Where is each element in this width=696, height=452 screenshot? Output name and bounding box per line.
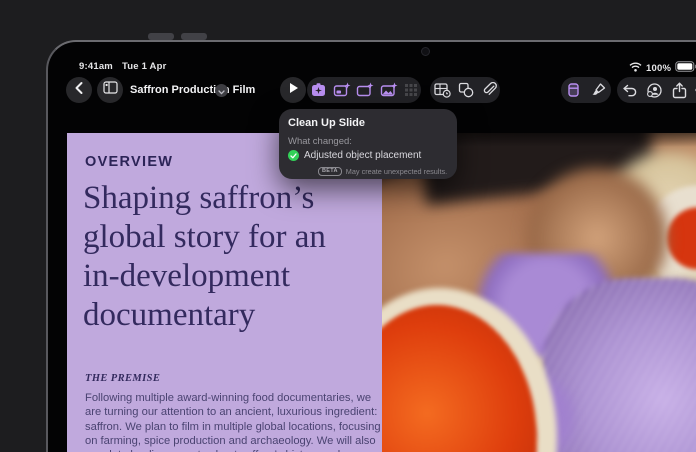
clean-up-slide-popover: Clean Up Slide What changed: Adjusted ob… [279,109,457,179]
collaborate-button[interactable] [646,82,663,99]
popover-question: What changed: [288,136,352,147]
play-icon [288,81,299,99]
volume-button [148,33,174,40]
ai-image-button[interactable] [380,82,398,98]
change-item-label: Adjusted object placement [304,150,421,161]
ai-rewrite-slide-button[interactable] [333,82,351,98]
share-button[interactable] [672,82,687,99]
saffron-photo[interactable] [382,133,696,452]
screenshot-stage: 9:41am Tue 1 Apr 100% Saffron Production… [0,0,696,452]
status-time: 9:41am [79,61,113,72]
front-camera [421,47,430,56]
format-group [561,77,611,103]
document-menu-button[interactable] [215,84,228,97]
change-item-row: Adjusted object placement [288,150,421,161]
slide-title[interactable]: Shaping saffron’s global story for an in… [83,179,383,335]
insert-group [430,77,500,103]
premise-label[interactable]: THE PREMISE [85,373,160,384]
slide-navigator-button[interactable] [97,77,123,103]
slide-navigator-icon [103,81,118,99]
eraser-button-active[interactable] [566,82,581,98]
volume-button [181,33,207,40]
battery-icon [675,61,696,75]
undo-button[interactable] [621,83,638,98]
attachment-button[interactable] [481,82,497,98]
document-title[interactable]: Saffron Production Film [130,84,255,96]
chevron-left-icon [74,81,84,100]
actions-group [617,77,696,103]
format-brush-button[interactable] [590,82,607,98]
status-date: Tue 1 Apr [122,61,167,72]
popover-title: Clean Up Slide [288,117,365,129]
slide-eyebrow[interactable]: OVERVIEW [85,154,173,170]
shapes-button[interactable] [458,82,474,98]
status-bar-right: 100% [629,61,696,75]
ai-tools-group [307,77,421,103]
play-button[interactable] [280,77,306,103]
slide-text-panel[interactable]: OVERVIEW Shaping saffron’s global story … [67,133,382,452]
status-bar-left: 9:41am Tue 1 Apr [79,61,167,72]
slide-layouts-icon-disabled [404,83,418,97]
beta-note-row: BETA May create unexpected results. [318,167,447,176]
beta-note-text: May create unexpected results. [346,167,447,176]
ai-add-slide-button[interactable] [356,82,374,98]
back-button[interactable] [66,77,92,103]
checkmark-icon [288,150,299,161]
premise-body[interactable]: Following multiple award-winning food do… [85,391,384,452]
table-chart-button[interactable] [434,82,451,98]
clean-up-slide-button[interactable] [310,82,327,98]
wifi-icon [629,62,642,75]
chevron-down-icon [218,82,225,100]
beta-badge: BETA [318,167,342,176]
battery-percent: 100% [646,63,671,74]
